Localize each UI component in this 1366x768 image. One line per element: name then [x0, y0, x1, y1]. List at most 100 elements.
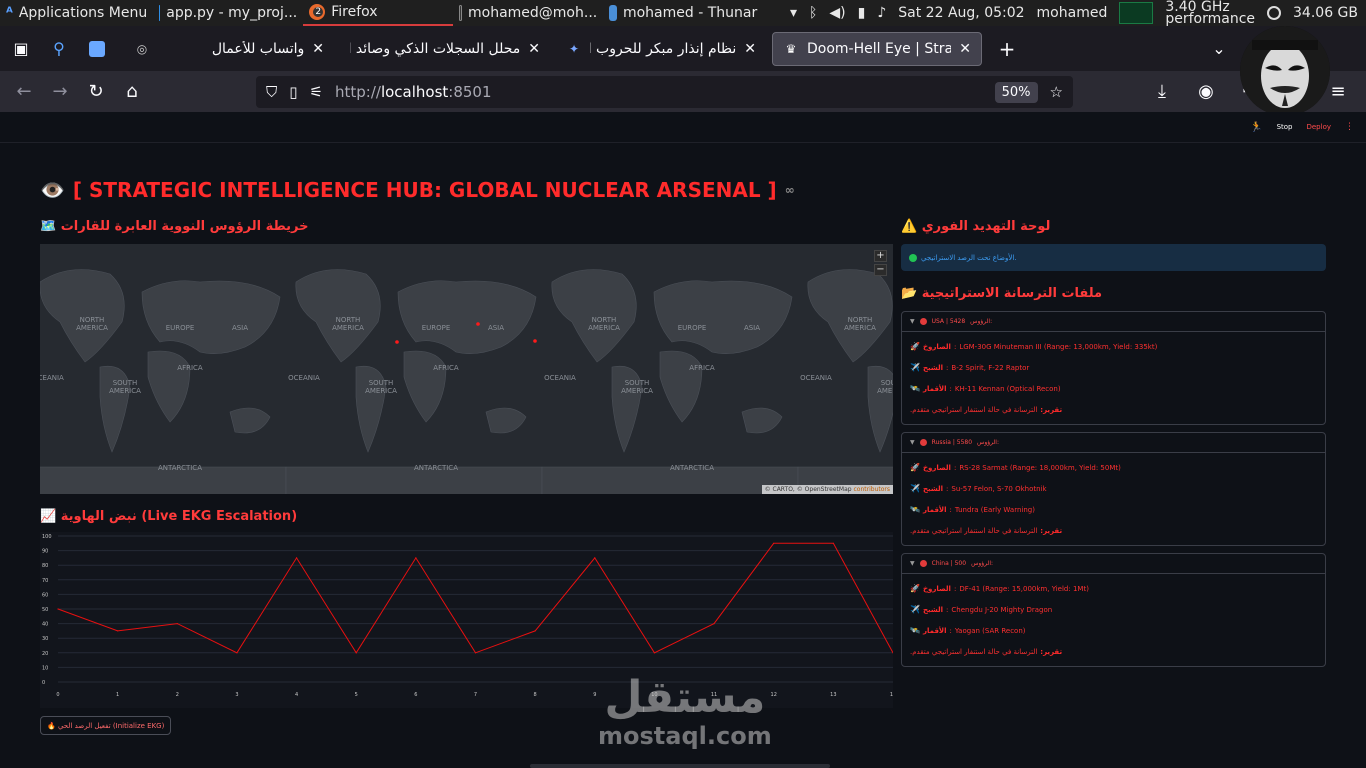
taskbar-item-firefox[interactable]: 2 Firefox	[303, 0, 454, 26]
report-value: الترسانة في حالة استنفار استراتيجي متقدم…	[910, 647, 1038, 656]
url-text[interactable]: http://localhost:8501	[335, 83, 492, 101]
zoom-out-button[interactable]: −	[874, 264, 887, 276]
taskbar-item-vscode[interactable]: app.py - my_proj...	[153, 0, 303, 26]
world-map[interactable]: NORTH AMERICA EUROPE ASIA AFRICA SOUTH AMERICA…	[40, 244, 893, 494]
horizontal-scrollbar[interactable]	[530, 764, 830, 768]
missile-row: 🚀 الصاروخ: DF-41 (Range: 15,000km, Yield: …	[910, 584, 1089, 593]
attribution-carto[interactable]: © CARTO	[765, 486, 793, 493]
arsenal-expander[interactable]: ▼ China | 500 الرؤوس: 🚀 الصاروخ: DF-41 (Range…	[901, 553, 1326, 667]
expander-header[interactable]: ▼ USA | 5428 الرؤوس:	[902, 312, 1325, 332]
firefox-view-icon[interactable]: ▣	[4, 32, 38, 66]
land-mass	[229, 407, 271, 434]
ekg-point[interactable]	[176, 623, 178, 625]
ekg-point[interactable]	[773, 542, 775, 544]
tab-whatsapp[interactable]: ◎ واتساب للأعمال ✕	[124, 32, 334, 66]
zoom-in-button[interactable]: +	[874, 250, 887, 262]
forward-icon[interactable]: →	[42, 76, 78, 108]
map-label: EUROPE	[422, 324, 451, 332]
taskbar-item-terminal[interactable]: mohamed@moh...	[453, 0, 603, 26]
volume-icon[interactable]: ◀)	[829, 5, 845, 21]
back-icon[interactable]: ←	[6, 76, 42, 108]
deploy-button[interactable]: Deploy	[1306, 123, 1331, 131]
attribution-osm[interactable]: © OpenStreetMap	[797, 486, 852, 493]
ekg-point[interactable]	[236, 652, 238, 654]
notification-bell-icon[interactable]: ♪	[877, 5, 886, 21]
home-icon[interactable]: ⌂	[114, 76, 150, 108]
arsenal-expander[interactable]: ▼ Russia | 5580 الرؤوس: 🚀 الصاروخ: RS-28 Sarm…	[901, 432, 1326, 546]
battery-icon[interactable]: ▮	[858, 5, 866, 21]
bookmark-star-icon[interactable]: ☆	[1050, 83, 1063, 101]
expander-header[interactable]: ▼ China | 500 الرؤوس:	[902, 554, 1325, 574]
chevron-down-icon[interactable]: ▼	[910, 560, 915, 567]
url-bar[interactable]: ⛉ ▯ ⚟ http://localhost:8501 50% ☆	[256, 76, 1073, 108]
ekg-point[interactable]	[713, 623, 715, 625]
user-name[interactable]: mohamed	[1037, 5, 1108, 21]
ekg-point[interactable]	[534, 630, 536, 632]
expander-header[interactable]: ▼ Russia | 5580 الرؤوس:	[902, 433, 1325, 453]
map-marker-china[interactable]	[533, 339, 537, 343]
satellites-label: الأقمار	[922, 626, 947, 635]
aircraft-value: Chengdu J-20 Mighty Dragon	[951, 605, 1053, 614]
report-row: تقرير: الترسانة في حالة استنفار استراتيجي…	[910, 641, 1317, 662]
applications-menu[interactable]: ᴬ Applications Menu	[0, 0, 153, 26]
arsenal-expander[interactable]: ▼ USA | 5428 الرؤوس: 🚀 الصاروخ: LGM-30G Minut…	[901, 311, 1326, 425]
terminal-icon	[459, 5, 462, 21]
wifi-icon[interactable]: ▾	[790, 5, 797, 21]
taskbar-item-thunar[interactable]: mohamed - Thunar	[603, 0, 763, 26]
ekg-point[interactable]	[653, 652, 656, 654]
account-icon[interactable]: ◉	[1188, 75, 1224, 107]
chevron-down-icon[interactable]: ▼	[910, 439, 915, 446]
report-row: تقرير: الترسانة في حالة استنفار استراتيجي…	[910, 520, 1317, 541]
map-marker-russia[interactable]	[476, 322, 480, 326]
satellites-value: KH-11 Kennan (Optical Recon)	[954, 384, 1061, 393]
attribution-contributors[interactable]: contributors	[854, 486, 891, 493]
downloads-icon[interactable]: ⤓	[1144, 75, 1180, 107]
threat-status-alert: الأوضاع تحت الرصد الاستراتيجي.	[901, 244, 1326, 271]
map-label: SOUTH	[625, 379, 650, 387]
close-icon[interactable]: ✕	[528, 41, 540, 57]
tab-title: نظام إنذار مبكر للحروب ال	[590, 40, 737, 57]
map-label: AMERICA	[588, 324, 620, 332]
initialize-ekg-button[interactable]: 🔥 تفعيل الرصد الحي (Initialize EKG)	[40, 716, 172, 735]
list-all-tabs-icon[interactable]: ⌄	[1202, 32, 1236, 66]
tab-title: واتساب للأعمال	[211, 40, 305, 57]
ekg-point[interactable]	[415, 557, 417, 559]
tab-log-analyzer[interactable]: محلل السجلات الذكي وصائد ال ✕	[340, 32, 550, 66]
stop-button[interactable]: Stop	[1277, 123, 1293, 131]
chevron-down-icon[interactable]: ▼	[910, 318, 915, 325]
ekg-point[interactable]	[355, 652, 357, 654]
ekg-point[interactable]	[117, 630, 119, 632]
rocket-icon: 🚀	[910, 342, 920, 351]
tab-doom-hell-eye[interactable]: ♛ Doom-Hell Eye | Strategic ✕	[772, 31, 982, 66]
ekg-point[interactable]	[295, 557, 298, 559]
zoom-level-button[interactable]: 50%	[994, 81, 1038, 103]
satellites-label: الأقمار	[922, 505, 947, 514]
ekg-point[interactable]	[594, 557, 596, 559]
x-tick-label: 9	[593, 692, 596, 698]
ekg-point[interactable]	[832, 542, 834, 544]
tab-early-warning[interactable]: ✦ نظام إنذار مبكر للحروب ال ✕	[556, 32, 766, 66]
ekg-point[interactable]	[474, 652, 477, 654]
bluetooth-icon[interactable]: ᛒ	[809, 5, 817, 21]
kebab-menu-icon[interactable]: ⋮	[1345, 122, 1354, 132]
permissions-icon[interactable]: ⚟	[310, 83, 323, 101]
satellite-icon: 🛰️	[910, 384, 920, 393]
missile-value: RS-28 Sarmat (Range: 18,000km, Yield: 50…	[959, 463, 1121, 472]
anchor-link-icon[interactable]: ∞	[785, 183, 795, 197]
close-icon[interactable]: ✕	[744, 41, 756, 57]
close-icon[interactable]: ✕	[312, 41, 324, 57]
reload-icon[interactable]: ↻	[78, 76, 114, 108]
map-label: OCEANIA	[800, 374, 832, 382]
search-icon[interactable]: ⚲	[42, 32, 76, 66]
new-tab-button[interactable]: +	[990, 32, 1024, 66]
mostaql-watermark: مستقل mostaql.com	[598, 672, 772, 748]
map-marker-usa[interactable]	[395, 340, 399, 344]
ekg-point[interactable]	[57, 608, 59, 610]
page-icon[interactable]: ▯	[289, 83, 297, 101]
close-icon[interactable]: ✕	[959, 41, 971, 57]
world-copy: NORTHAMERICAEUROPEASIAAFRICASOUTHAMERICA…	[285, 269, 543, 494]
pinned-tab-icon[interactable]	[80, 32, 114, 66]
tracking-shield-icon[interactable]: ⛉	[266, 83, 277, 101]
clock[interactable]: Sat 22 Aug, 05:02	[898, 5, 1024, 21]
map-tiles: NORTHAMERICA EUROPE ASIAAFRICASOUTHAMERICA…	[40, 269, 893, 494]
